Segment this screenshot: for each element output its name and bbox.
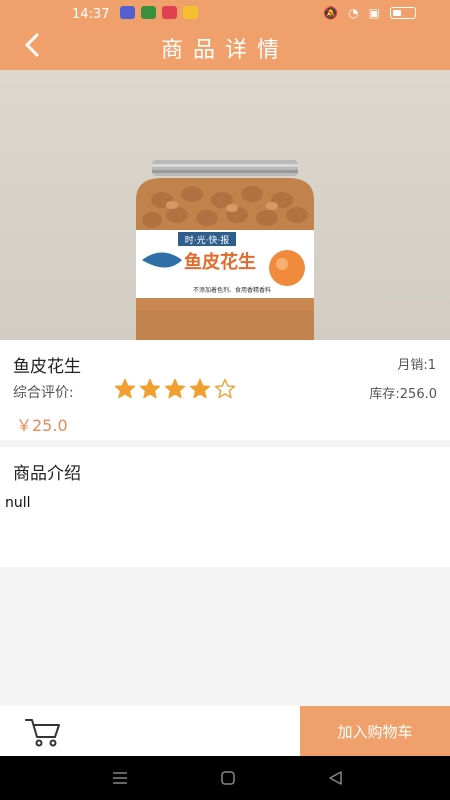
- home-button[interactable]: [218, 768, 238, 788]
- package-name: 鱼皮花生: [184, 251, 256, 273]
- product-intro: 商品介绍 null: [0, 447, 450, 567]
- peanut-jar-image: 时·光·快·报 鱼皮花生 不添加着色剂、食用香精香料: [136, 160, 314, 340]
- star-filled-icon: [164, 378, 186, 399]
- header: 14:37 🔕 ◔ ▣ 商品详情: [0, 0, 450, 70]
- product-name: 鱼皮花生: [13, 357, 81, 377]
- add-to-cart-button[interactable]: 加入购物车: [300, 706, 450, 756]
- package-tagline: 不添加着色剂、食用香精香料: [193, 286, 271, 294]
- app-notification-icon: [141, 6, 156, 19]
- back-triangle-icon: [329, 771, 342, 785]
- star-filled-icon: [139, 378, 161, 399]
- app-notification-icon: [162, 6, 177, 19]
- status-bar: 14:37 🔕 ◔ ▣: [0, 0, 450, 26]
- intro-title: 商品介绍: [13, 464, 81, 484]
- home-icon: [221, 771, 235, 785]
- monthly-sales: 月销:1: [397, 358, 436, 373]
- product-price: ￥25.0: [16, 416, 68, 435]
- bottom-bar: 加入购物车: [0, 706, 450, 756]
- system-nav-bar: [0, 756, 450, 800]
- back-nav-button[interactable]: [326, 768, 346, 788]
- star-filled-icon: [189, 378, 211, 399]
- stock-count: 库存:256.0: [369, 387, 437, 402]
- sim-icon: ▣: [368, 6, 380, 20]
- product-info: 鱼皮花生 月销:1 综合评价: 库存:256.0 ￥25.0: [0, 340, 450, 440]
- app-notification-icon: [120, 6, 135, 19]
- cart-button[interactable]: [24, 716, 62, 748]
- intro-body: null: [5, 495, 31, 511]
- battery-icon: [390, 7, 416, 19]
- rating-stars: [114, 378, 236, 400]
- wifi-icon: ◔: [348, 6, 359, 20]
- status-right: 🔕 ◔ ▣: [323, 6, 416, 20]
- cart-icon: [25, 719, 60, 747]
- page-title: 商品详情: [160, 38, 289, 63]
- status-time: 14:37: [72, 7, 110, 22]
- mute-icon: 🔕: [323, 6, 339, 20]
- star-filled-icon: [114, 378, 136, 399]
- rating-label: 综合评价:: [13, 385, 74, 401]
- brand-label: 时·光·快·报: [185, 234, 230, 246]
- notification-icons: [120, 6, 198, 19]
- menu-icon: [113, 772, 127, 784]
- product-image: 时·光·快·报 鱼皮花生 不添加着色剂、食用香精香料: [0, 70, 450, 340]
- menu-button[interactable]: [110, 768, 130, 788]
- star-empty-icon: [214, 378, 236, 399]
- app-notification-icon: [183, 6, 198, 19]
